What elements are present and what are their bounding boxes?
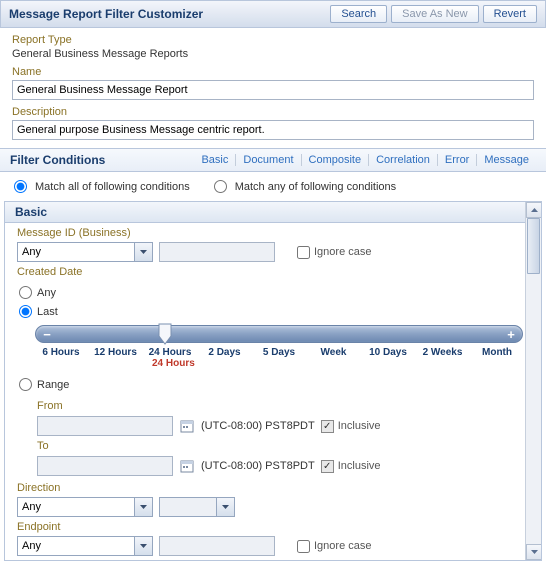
date-last-radio[interactable] — [19, 305, 32, 318]
message-id-label: Message ID (Business) — [17, 227, 529, 239]
endpoint-value-input[interactable] — [159, 536, 275, 556]
scroll-thumb[interactable] — [527, 218, 540, 274]
chevron-up-icon — [531, 208, 538, 212]
message-id-value-input[interactable] — [159, 242, 275, 262]
slider-ticks: 6 Hours 12 Hours 24 Hours 2 Days 5 Days … — [35, 343, 523, 358]
message-id-dropdown-button[interactable] — [134, 242, 153, 262]
endpoint-dropdown-button[interactable] — [134, 536, 153, 556]
date-any-label: Any — [37, 287, 56, 299]
vertical-scrollbar[interactable] — [525, 202, 541, 560]
revert-button[interactable]: Revert — [483, 5, 537, 23]
endpoint-ignore-case[interactable]: Ignore case — [297, 540, 371, 553]
message-id-select[interactable] — [17, 242, 135, 262]
match-all-radio-input[interactable] — [14, 180, 27, 193]
date-range-radio[interactable] — [19, 378, 32, 391]
slider-plus-icon[interactable]: + — [502, 326, 520, 342]
slider-tick: 2 Days — [201, 347, 249, 358]
description-label: Description — [12, 106, 534, 118]
direction-value-select[interactable] — [159, 497, 217, 517]
chevron-down-icon — [140, 544, 147, 548]
name-label: Name — [12, 66, 534, 78]
match-any-radio[interactable]: Match any of following conditions — [214, 180, 396, 193]
basic-section-header: Basic — [5, 202, 541, 223]
match-any-label: Match any of following conditions — [235, 181, 396, 193]
tab-correlation[interactable]: Correlation — [368, 154, 437, 166]
message-id-ignore-case[interactable]: Ignore case — [297, 246, 371, 259]
slider-tick: 2 Weeks — [419, 347, 467, 358]
date-last-label: Last — [37, 306, 58, 318]
ignore-case-checkbox[interactable] — [297, 246, 310, 259]
slider-selected-value: 24 Hours — [35, 358, 523, 369]
slider-tick: 24 Hours — [146, 347, 194, 358]
tab-error[interactable]: Error — [437, 154, 476, 166]
report-type-value: General Business Message Reports — [12, 48, 534, 60]
slider-tick: 6 Hours — [37, 347, 85, 358]
name-input[interactable] — [12, 80, 534, 100]
inclusive-label: Inclusive — [338, 420, 381, 432]
description-input[interactable] — [12, 120, 534, 140]
state-label: State — [17, 560, 529, 561]
from-inclusive[interactable]: ✓ Inclusive — [321, 420, 381, 433]
scroll-up-button[interactable] — [526, 202, 542, 218]
to-label: To — [17, 440, 529, 452]
slider-minus-icon[interactable]: − — [38, 326, 56, 342]
direction-value-dropdown-button[interactable] — [216, 497, 235, 517]
match-any-radio-input[interactable] — [214, 180, 227, 193]
ignore-case-label: Ignore case — [314, 540, 371, 552]
search-button[interactable]: Search — [330, 5, 387, 23]
chevron-down-icon — [140, 250, 147, 254]
date-any-radio[interactable] — [19, 286, 32, 299]
tab-message[interactable]: Message — [476, 154, 536, 166]
tab-composite[interactable]: Composite — [301, 154, 369, 166]
from-timezone: (UTC-08:00) PST8PDT — [201, 420, 315, 432]
chevron-down-icon — [140, 505, 147, 509]
chevron-down-icon — [222, 505, 229, 509]
ignore-case-checkbox[interactable] — [297, 540, 310, 553]
page-title: Message Report Filter Customizer — [9, 7, 326, 21]
from-date-input[interactable] — [37, 416, 173, 436]
match-all-label: Match all of following conditions — [35, 181, 190, 193]
to-inclusive[interactable]: ✓ Inclusive — [321, 460, 381, 473]
save-as-new-button[interactable]: Save As New — [391, 5, 478, 23]
match-all-radio[interactable]: Match all of following conditions — [14, 180, 190, 193]
from-label: From — [17, 400, 529, 412]
to-date-input[interactable] — [37, 456, 173, 476]
created-date-label: Created Date — [17, 266, 529, 278]
direction-select[interactable] — [17, 497, 135, 517]
slider-tick: 10 Days — [364, 347, 412, 358]
filter-conditions-title: Filter Conditions — [10, 153, 194, 167]
slider-tick: 12 Hours — [92, 347, 140, 358]
scroll-down-button[interactable] — [526, 544, 542, 560]
endpoint-label: Endpoint — [17, 521, 529, 533]
slider-tick: Week — [310, 347, 358, 358]
tab-basic[interactable]: Basic — [194, 154, 235, 166]
calendar-icon[interactable] — [179, 458, 195, 474]
date-slider[interactable]: − + — [35, 325, 523, 343]
ignore-case-label: Ignore case — [314, 246, 371, 258]
report-type-label: Report Type — [12, 34, 534, 46]
inclusive-label: Inclusive — [338, 460, 381, 472]
direction-label: Direction — [17, 482, 529, 494]
date-range-label: Range — [37, 379, 69, 391]
direction-dropdown-button[interactable] — [134, 497, 153, 517]
checked-checkbox-icon: ✓ — [321, 420, 334, 433]
slider-tick: 5 Days — [255, 347, 303, 358]
chevron-down-icon — [531, 550, 538, 554]
endpoint-select[interactable] — [17, 536, 135, 556]
tab-document[interactable]: Document — [235, 154, 300, 166]
calendar-icon[interactable] — [179, 418, 195, 434]
to-timezone: (UTC-08:00) PST8PDT — [201, 460, 315, 472]
checked-checkbox-icon: ✓ — [321, 460, 334, 473]
slider-tick: Month — [473, 347, 521, 358]
